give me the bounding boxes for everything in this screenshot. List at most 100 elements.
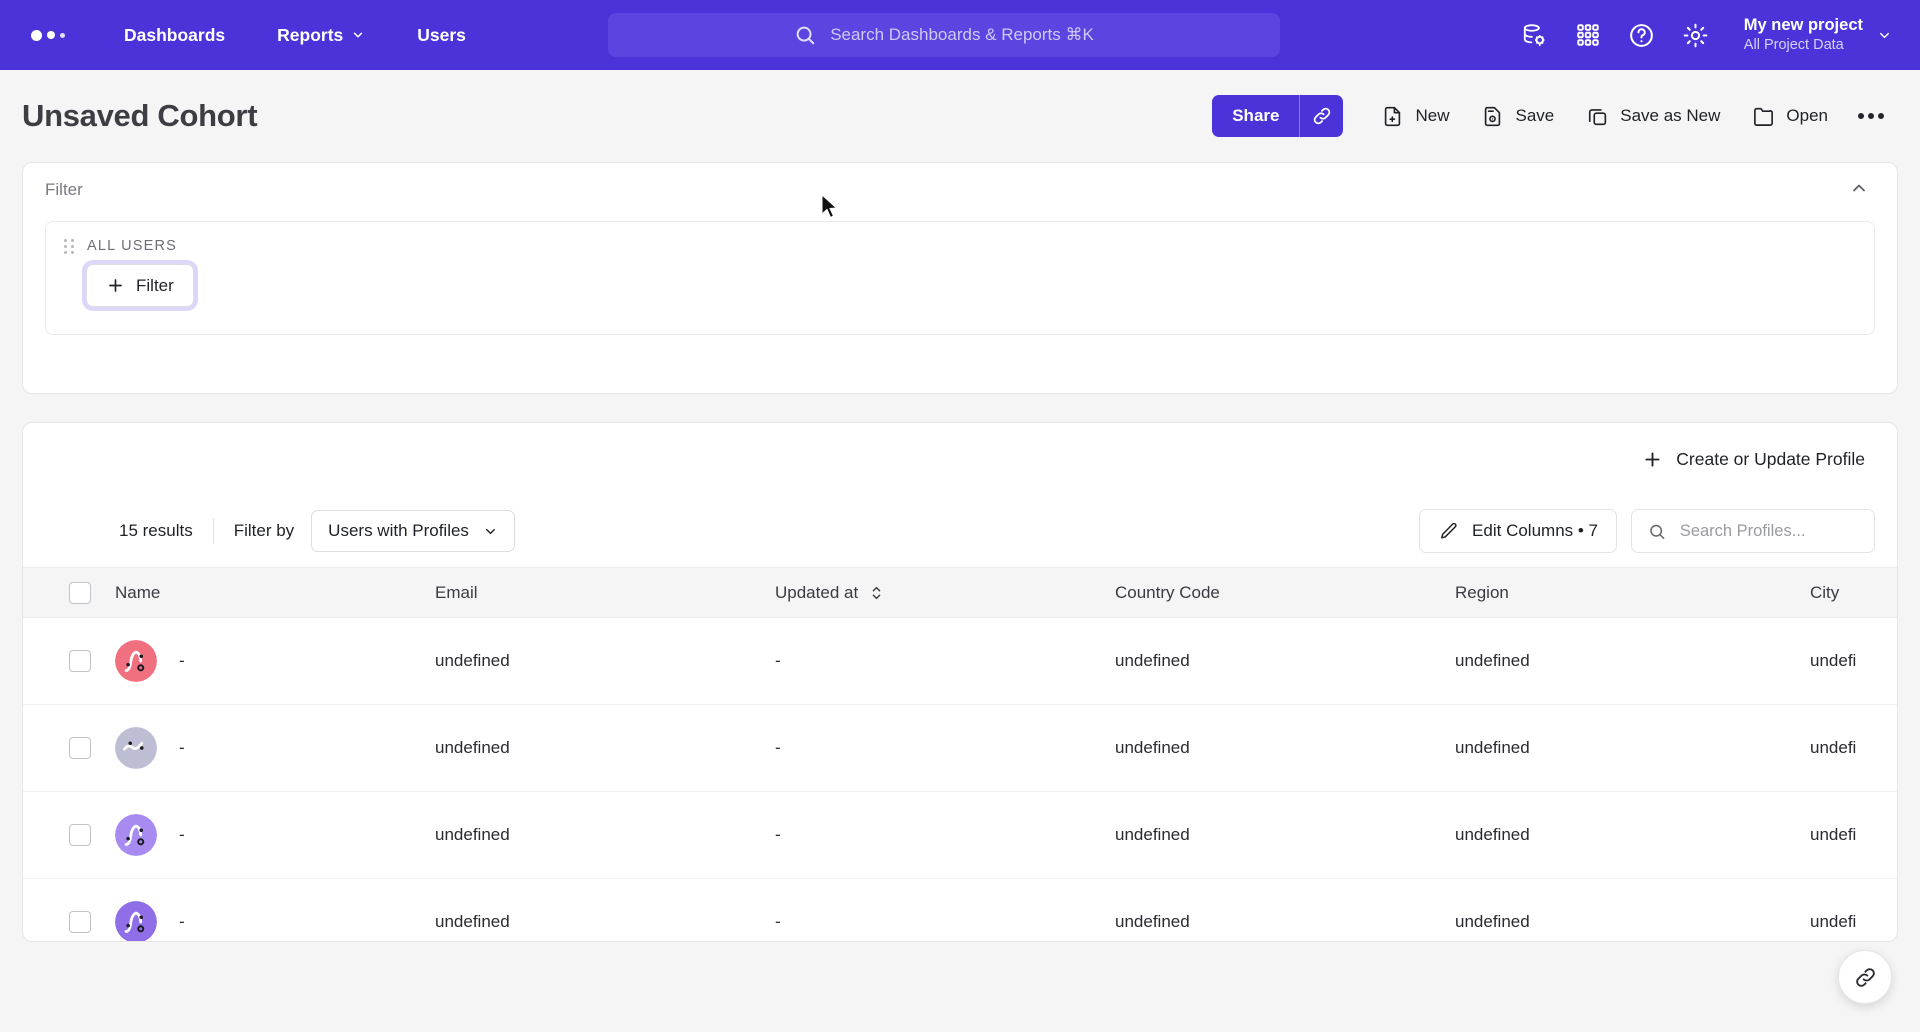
row-region: undefined <box>1455 878 1810 941</box>
share-button-label: Share <box>1232 106 1280 125</box>
row-email: undefined <box>435 617 775 705</box>
open-button[interactable]: Open <box>1736 95 1844 137</box>
row-select-cell <box>23 617 115 705</box>
row-name-cell: - <box>115 791 435 879</box>
apps-grid-icon[interactable] <box>1566 13 1610 57</box>
plus-icon <box>1645 451 1660 467</box>
chevron-down-icon <box>1880 32 1889 38</box>
copy-icon <box>1589 108 1607 125</box>
folder-icon <box>1754 107 1774 126</box>
column-header-region[interactable]: Region <box>1455 567 1810 618</box>
filter-panel-header: Filter <box>23 163 1897 217</box>
database-settings-icon[interactable] <box>1512 13 1556 57</box>
table-row[interactable]: - undefined - undefined undefined undefi <box>23 878 1897 941</box>
new-button-label: New <box>1415 106 1450 125</box>
profiles-toolbar: 15 results Filter by Users with Profiles… <box>23 495 1897 567</box>
avatar <box>115 640 157 682</box>
results-count: 15 results <box>119 521 193 540</box>
nav-item-users-label: Users <box>417 24 466 45</box>
column-header-city[interactable]: City <box>1810 567 1897 618</box>
row-checkbox[interactable] <box>69 911 91 933</box>
filter-group-label: ALL USERS <box>87 238 178 254</box>
row-name: - <box>179 912 185 931</box>
profiles-search-box[interactable] <box>1631 509 1875 553</box>
filter-panel-collapse-button[interactable] <box>1843 172 1875 209</box>
row-checkbox[interactable] <box>69 737 91 759</box>
select-all-checkbox[interactable] <box>69 581 91 604</box>
edit-columns-button[interactable]: Edit Columns • 7 <box>1419 509 1617 553</box>
save-as-new-button-label: Save as New <box>1620 106 1721 125</box>
row-region: undefined <box>1455 704 1810 792</box>
link-icon <box>1313 107 1331 125</box>
column-header-name[interactable]: Name <box>115 567 435 618</box>
row-checkbox[interactable] <box>69 824 91 846</box>
more-horizontal-icon <box>1858 113 1864 119</box>
mixpanel-logo-icon[interactable] <box>31 29 65 41</box>
row-name-cell: - <box>115 704 435 792</box>
row-email: undefined <box>435 791 775 879</box>
filter-by-label: Filter by <box>233 521 295 540</box>
pencil-icon <box>1441 522 1457 539</box>
top-navigation-bar: Dashboards Reports Users Search Dashboar… <box>0 0 1920 70</box>
add-filter-button-label: Filter <box>136 275 174 295</box>
row-city: undefi <box>1810 878 1897 941</box>
floating-link-button[interactable] <box>1838 950 1892 1004</box>
nav-item-dashboards-label: Dashboards <box>124 24 226 45</box>
project-selector[interactable]: My new project All Project Data <box>1728 11 1900 58</box>
search-icon <box>796 26 815 45</box>
avatar <box>115 901 157 941</box>
app-root: Dashboards Reports Users Search Dashboar… <box>0 0 1920 1032</box>
more-options-button[interactable] <box>1844 95 1898 137</box>
save-button-label: Save <box>1515 106 1555 125</box>
drag-dots-icon[interactable] <box>64 238 74 254</box>
row-updated-at: - <box>775 878 1115 941</box>
new-button[interactable]: New <box>1365 95 1465 137</box>
row-select-cell <box>23 878 115 941</box>
page-actions-toolbar: Share New Save Save as New Open <box>1212 95 1898 137</box>
row-email: undefined <box>435 878 775 941</box>
row-checkbox[interactable] <box>69 650 91 672</box>
nav-item-reports[interactable]: Reports <box>265 17 377 54</box>
table-row[interactable]: - undefined - undefined undefined undefi <box>23 791 1897 879</box>
divider <box>212 518 214 544</box>
profiles-table-header: Name Email Updated at Country Code Regio… <box>23 567 1897 618</box>
row-city: undefi <box>1810 704 1897 792</box>
copy-link-button[interactable] <box>1299 95 1344 137</box>
profiles-search-input[interactable] <box>1679 521 1858 541</box>
page-title: Unsaved Cohort <box>22 98 258 133</box>
add-filter-button[interactable]: Filter <box>86 264 194 307</box>
row-name: - <box>179 825 185 844</box>
chevron-down-icon <box>354 32 363 38</box>
nav-item-dashboards[interactable]: Dashboards <box>112 17 237 54</box>
column-header-email[interactable]: Email <box>435 567 775 618</box>
table-row[interactable]: - undefined - undefined undefined undefi <box>23 617 1897 705</box>
nav-item-users[interactable]: Users <box>405 17 478 54</box>
project-subtitle: All Project Data <box>1743 36 1844 53</box>
save-button[interactable]: Save <box>1465 95 1570 137</box>
plus-icon <box>109 279 122 292</box>
sort-icon[interactable] <box>871 585 882 601</box>
global-search-input[interactable]: Search Dashboards & Reports ⌘K <box>608 13 1280 57</box>
profiles-filter-select[interactable]: Users with Profiles <box>311 510 515 552</box>
nav-item-reports-label: Reports <box>277 24 344 45</box>
create-or-update-profile-button[interactable]: Create or Update Profile <box>1632 441 1875 478</box>
row-country-code: undefined <box>1115 791 1455 879</box>
help-circle-icon[interactable] <box>1620 13 1664 57</box>
column-header-updated-at[interactable]: Updated at <box>775 567 1115 618</box>
row-city: undefi <box>1810 791 1897 879</box>
table-row[interactable]: - undefined - undefined undefined undefi <box>23 704 1897 792</box>
profiles-table-body: - undefined - undefined undefined undefi - unde… <box>23 617 1897 941</box>
edit-columns-label: Edit Columns • 7 <box>1472 521 1598 540</box>
create-profile-row: Create or Update Profile <box>23 423 1897 495</box>
file-plus-icon <box>1385 106 1401 126</box>
gear-icon[interactable] <box>1674 13 1718 57</box>
column-header-country-code[interactable]: Country Code <box>1115 567 1455 618</box>
chevron-up-icon <box>1853 184 1865 191</box>
open-button-label: Open <box>1786 106 1828 125</box>
save-as-new-button[interactable]: Save as New <box>1570 95 1736 137</box>
share-button[interactable]: Share <box>1212 95 1300 137</box>
link-icon <box>1855 967 1875 987</box>
filter-panel: Filter ALL USERS Filter <box>22 162 1898 394</box>
row-updated-at: - <box>775 791 1115 879</box>
row-name: - <box>179 738 185 757</box>
